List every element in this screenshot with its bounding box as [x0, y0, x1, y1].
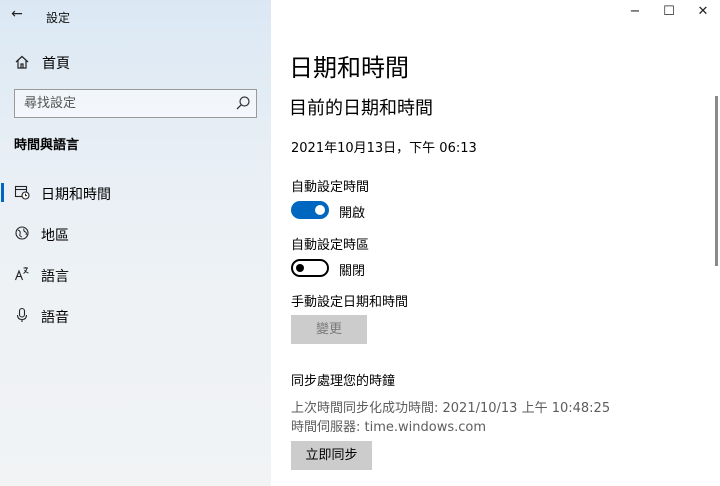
search-input[interactable]: [15, 90, 225, 117]
selected-indicator: [1, 183, 4, 202]
sidebar-nav: 日期和時間 地區 語言 語音: [0, 172, 271, 336]
close-button[interactable]: ✕: [686, 0, 720, 26]
scrollbar[interactable]: [715, 96, 718, 266]
auto-timezone-toggle[interactable]: [291, 259, 329, 277]
auto-time-label: 自動設定時間: [291, 180, 370, 195]
auto-time-toggle[interactable]: [291, 201, 329, 219]
search-icon[interactable]: [235, 95, 251, 111]
toggle-knob: [296, 264, 304, 272]
sidebar-item-date-time[interactable]: 日期和時間: [0, 172, 271, 213]
sidebar-item-label: 首頁: [42, 56, 70, 72]
sidebar-item-region[interactable]: 地區: [0, 213, 271, 254]
change-button[interactable]: 變更: [291, 315, 367, 344]
home-icon: [15, 55, 29, 69]
sidebar-item-speech[interactable]: 語音: [0, 295, 271, 336]
auto-time-state: 開啟: [339, 206, 366, 221]
toggle-knob: [315, 205, 325, 215]
sync-heading: 同步處理您的時鐘: [291, 374, 396, 389]
minimize-icon: −: [629, 4, 641, 19]
sidebar-item-label: 日期和時間: [41, 187, 111, 203]
current-datetime: 2021年10月13日，下午 06:13: [291, 141, 477, 156]
minimize-button[interactable]: −: [618, 0, 652, 26]
search-box[interactable]: [14, 89, 257, 118]
app-title: 設定: [46, 11, 71, 25]
section-heading: 時間與語言: [14, 138, 80, 153]
close-icon: ✕: [697, 4, 709, 19]
sync-now-button[interactable]: 立即同步: [291, 441, 372, 470]
sidebar-item-label: 地區: [41, 228, 69, 244]
maximize-button[interactable]: ☐: [652, 0, 686, 26]
sidebar-item-language[interactable]: 語言: [0, 254, 271, 295]
page-title: 日期和時間: [289, 54, 409, 82]
microphone-icon: [16, 307, 28, 322]
main-content: − ☐ ✕ 日期和時間 目前的日期和時間 2021年10月13日，下午 06:1…: [271, 0, 720, 486]
sidebar: ← 設定 首頁 時間與語言 日期和時間: [0, 0, 271, 486]
window-controls: − ☐ ✕: [618, 0, 720, 26]
sidebar-item-label: 語言: [41, 269, 69, 285]
auto-timezone-label: 自動設定時區: [291, 238, 370, 253]
titlebar-left: ← 設定: [0, 0, 271, 34]
calendar-clock-icon: [14, 185, 30, 200]
last-sync-text: 上次時間同步化成功時間: 2021/10/13 上午 10:48:25: [291, 401, 611, 416]
sidebar-item-home[interactable]: 首頁: [0, 46, 271, 78]
language-icon: [14, 267, 29, 281]
maximize-icon: ☐: [663, 4, 675, 19]
back-button[interactable]: ←: [6, 3, 28, 25]
globe-icon: [15, 226, 29, 240]
back-arrow-icon: ←: [11, 6, 23, 22]
time-server-text: 時間伺服器: time.windows.com: [291, 420, 487, 435]
section-subtitle: 目前的日期和時間: [289, 98, 433, 119]
sidebar-item-label: 語音: [41, 310, 69, 326]
manual-set-label: 手動設定日期和時間: [291, 295, 409, 310]
auto-timezone-state: 關閉: [339, 264, 366, 279]
